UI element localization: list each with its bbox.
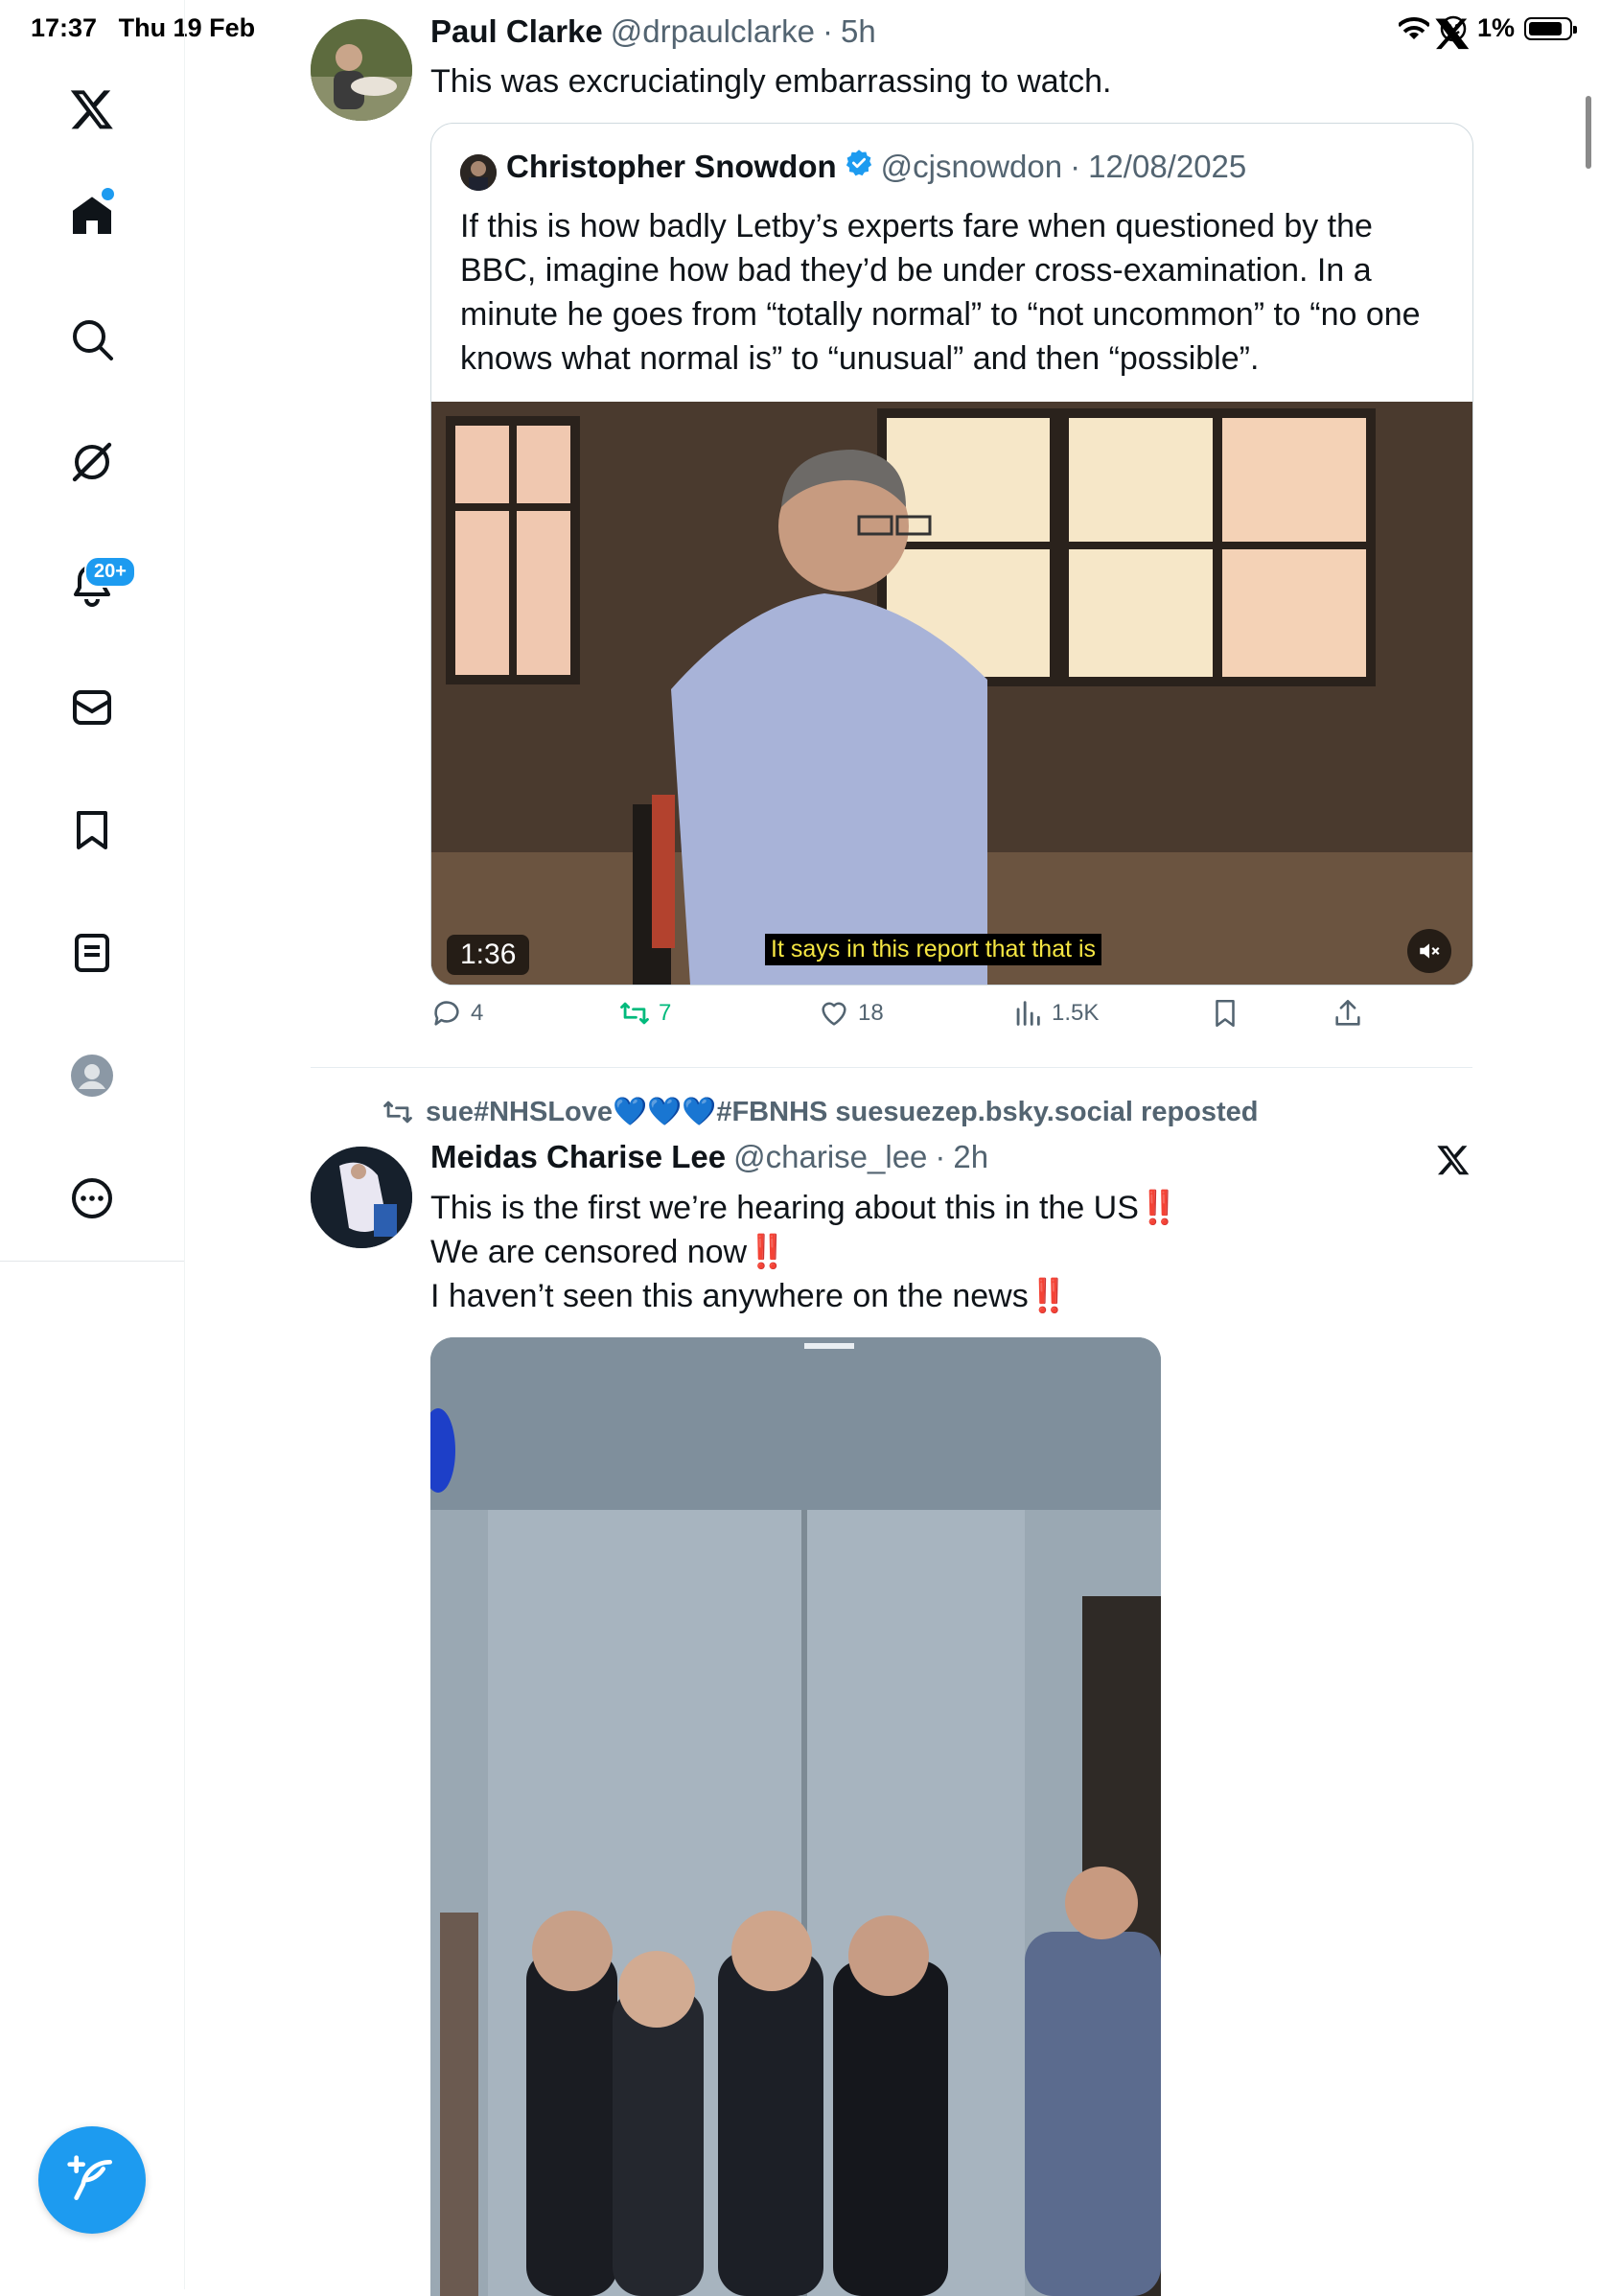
mute-button[interactable]: [1407, 929, 1451, 973]
repost-context-text: sue#NHSLove💙💙💙#FBNHS suesuezep.bsky.soci…: [426, 1097, 1259, 1127]
tweet-line: We are censored now‼️: [430, 1234, 787, 1270]
quoted-tweet[interactable]: Christopher Snowdon @cjsnowdon · 12/08/2…: [430, 123, 1473, 986]
verified-badge-icon: [846, 150, 871, 176]
repost-icon: [620, 1002, 649, 1025]
wifi-icon: [1398, 16, 1429, 39]
notifications-badge: 20+: [84, 556, 136, 588]
views-button[interactable]: 1.5K: [1011, 997, 1099, 1030]
video-duration: 1:36: [447, 935, 530, 975]
author-handle[interactable]: @charise_lee: [733, 1139, 927, 1175]
scrollbar[interactable]: [1586, 96, 1591, 169]
reply-icon: [434, 1001, 459, 1026]
list-icon: [75, 934, 109, 972]
views-count: 1.5K: [1052, 1000, 1100, 1026]
search-icon: [73, 320, 113, 360]
avatar-photo: [311, 1147, 412, 1248]
sidebar-divider: [0, 1261, 184, 1262]
quote-author-handle: @cjsnowdon: [880, 149, 1063, 184]
tweet-header: Meidas Charise Lee @charise_lee · 2h: [430, 1139, 988, 1175]
repost-icon: [383, 1101, 412, 1124]
x-logo-icon[interactable]: [1436, 1143, 1471, 1177]
battery-percent: 1%: [1476, 13, 1515, 42]
repost-button[interactable]: 7: [618, 997, 671, 1030]
sidebar-item-search[interactable]: [58, 305, 127, 374]
x-logo-icon: [70, 90, 113, 129]
author-handle[interactable]: @drpaulclarke: [611, 13, 815, 50]
reply-count: 4: [471, 1000, 484, 1026]
bookmark-button[interactable]: [1209, 997, 1241, 1030]
sidebar-item-profile[interactable]: [58, 1041, 127, 1110]
author-name[interactable]: Meidas Charise Lee: [430, 1139, 726, 1175]
separator-dot: ·: [1070, 149, 1081, 184]
quote-author-avatar: [460, 154, 497, 191]
repost-count: 7: [659, 1000, 672, 1026]
sidebar-item-home[interactable]: [58, 182, 127, 251]
tweet-header: Paul Clarke @drpaulclarke · 5h: [430, 13, 876, 50]
tweet-time[interactable]: 5h: [841, 13, 876, 50]
envelope-icon: [73, 690, 111, 725]
compose-feather-icon: [67, 2155, 112, 2200]
battery-icon: [1524, 16, 1577, 40]
x-logo-button[interactable]: [58, 75, 127, 144]
quote-date: 12/08/2025: [1088, 149, 1247, 184]
home-icon: [73, 197, 111, 234]
author-name[interactable]: Paul Clarke: [430, 13, 603, 50]
bookmark-icon: [77, 811, 107, 849]
reply-button[interactable]: 4: [430, 997, 483, 1030]
sidebar: 20+: [0, 0, 185, 2289]
tweet-divider: [311, 1067, 1472, 1068]
status-indicators: 1%: [1398, 13, 1577, 43]
tweet-text: This was excruciatingly embarrassing to …: [430, 63, 1112, 100]
avatar-photo: [311, 19, 412, 121]
separator-dot: ·: [823, 13, 834, 49]
quote-header: Christopher Snowdon @cjsnowdon · 12/08/2…: [506, 149, 1246, 185]
separator-dot: ·: [935, 1139, 946, 1174]
quote-text: If this is how badly Letby’s experts far…: [460, 208, 1421, 377]
profile-avatar-icon: [71, 1055, 113, 1097]
tweet-time[interactable]: 2h: [953, 1139, 988, 1175]
sidebar-item-messages[interactable]: [58, 673, 127, 742]
like-button[interactable]: 18: [818, 997, 884, 1030]
tweet-actions: 4 7 18 1.5K: [430, 997, 1472, 1045]
sidebar-item-grok[interactable]: [58, 428, 127, 497]
heart-icon: [822, 1002, 846, 1026]
like-count: 18: [858, 1000, 884, 1026]
sidebar-item-bookmarks[interactable]: [58, 796, 127, 865]
x-close-icon[interactable]: [1434, 15, 1471, 52]
views-chart-icon: [1016, 1001, 1040, 1026]
video-frame: [431, 402, 1472, 985]
tweet-video[interactable]: [430, 1337, 1161, 2296]
more-circle-icon: [72, 1178, 112, 1218]
share-button[interactable]: [1332, 997, 1364, 1030]
speaker-muted-icon: [1420, 943, 1440, 959]
sidebar-item-lists[interactable]: [58, 918, 127, 987]
repost-context[interactable]: sue#NHSLove💙💙💙#FBNHS suesuezep.bsky.soci…: [382, 1096, 1259, 1128]
tweet-line: I haven’t seen this anywhere on the news…: [430, 1278, 1069, 1314]
author-avatar[interactable]: [311, 19, 412, 121]
bookmark-icon: [1216, 999, 1235, 1028]
video-player[interactable]: 1:36 It says in this report that that is: [431, 402, 1472, 985]
share-icon: [1335, 999, 1360, 1026]
video-frame: [430, 1337, 1161, 2296]
sidebar-item-more[interactable]: [58, 1164, 127, 1233]
home-unread-dot: [102, 188, 114, 200]
author-avatar[interactable]: [311, 1147, 412, 1248]
tweet-line: This is the first we’re hearing about th…: [430, 1190, 1179, 1226]
tweet-text: This is the first we’re hearing about th…: [430, 1186, 1179, 1318]
compose-button[interactable]: [38, 2126, 146, 2234]
quote-author-name: Christopher Snowdon: [506, 149, 837, 184]
grok-icon: [72, 442, 112, 482]
video-subtitle: It says in this report that that is: [765, 934, 1102, 965]
